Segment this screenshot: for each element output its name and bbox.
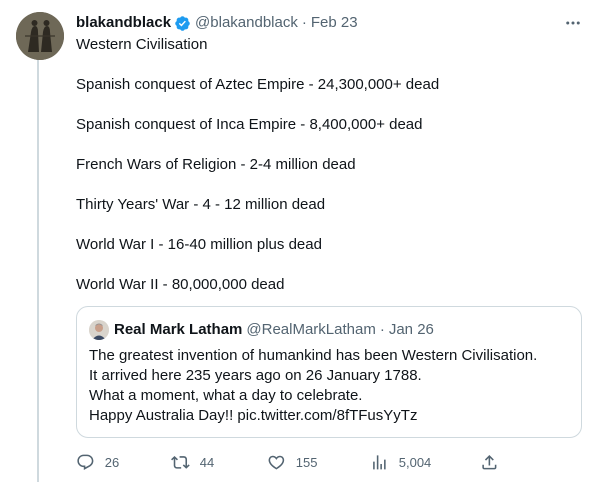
tweet-text-line: World War II - 80,000,000 dead [76, 276, 285, 293]
quoted-tweet-text: The greatest invention of humankind has … [89, 346, 569, 426]
quoted-text-line: It arrived here 235 years ago on 26 Janu… [89, 367, 422, 384]
quoted-text-line: What a moment, what a day to celebrate. [89, 387, 363, 404]
heart-icon [268, 455, 285, 470]
author-handle[interactable]: @blakandblack [195, 13, 298, 33]
retweet-count: 44 [199, 454, 215, 470]
quoted-author-handle: @RealMarkLatham [246, 321, 376, 338]
tweet-text: Western Civilisation Spanish conquest of… [76, 35, 576, 295]
thread-connector-line [37, 60, 39, 482]
tweet-text-line: Spanish conquest of Aztec Empire - 24,30… [76, 76, 440, 93]
tweet-header: blakandblack @blakandblack · Feb 23 [76, 13, 358, 33]
tweet-text-line: French Wars of Religion - 2-4 million de… [76, 156, 356, 173]
share-icon [482, 454, 497, 470]
quoted-text-line: The greatest invention of humankind has … [89, 347, 538, 364]
quoted-tweet-card[interactable]: Real Mark Latham @RealMarkLatham · Jan 2… [76, 306, 582, 438]
author-display-name[interactable]: blakandblack [76, 13, 171, 33]
reply-button[interactable]: 26 [76, 450, 119, 474]
more-options-button[interactable] [562, 12, 584, 34]
tweet-action-bar: 26 44 155 5,004 [76, 450, 506, 474]
share-button[interactable] [480, 450, 499, 474]
avatar-image [16, 12, 64, 60]
views-count: 5,004 [398, 454, 432, 470]
tweet-date[interactable]: Feb 23 [311, 13, 358, 33]
separator-dot: · [301, 14, 307, 31]
reply-count: 26 [104, 454, 120, 470]
views-button[interactable]: 5,004 [370, 450, 431, 474]
tweet-text-line: World War I - 16-40 million plus dead [76, 236, 322, 253]
verified-badge-icon [174, 15, 191, 32]
retweet-button[interactable]: 44 [171, 450, 214, 474]
quoted-tweet-header: Real Mark Latham @RealMarkLatham · Jan 2… [89, 320, 434, 340]
reply-icon [77, 454, 94, 470]
quoted-text-line: Happy Australia Day!! pic.twitter.com/8f… [89, 407, 418, 424]
quoted-tweet-date: Jan 26 [388, 321, 434, 338]
quoted-avatar [89, 320, 109, 340]
retweet-icon [171, 455, 190, 469]
avatar[interactable] [16, 12, 64, 60]
tweet-text-line: Spanish conquest of Inca Empire - 8,400,… [76, 116, 423, 133]
more-horizontal-icon [566, 21, 580, 25]
tweet-text-line: Thirty Years' War - 4 - 12 million dead [76, 196, 326, 213]
quoted-author-display-name: Real Mark Latham [114, 321, 243, 338]
views-chart-icon [373, 454, 386, 470]
separator-dot: · [379, 321, 385, 338]
like-count: 155 [295, 454, 318, 470]
tweet-text-line: Western Civilisation [76, 36, 208, 53]
like-button[interactable]: 155 [267, 450, 317, 474]
